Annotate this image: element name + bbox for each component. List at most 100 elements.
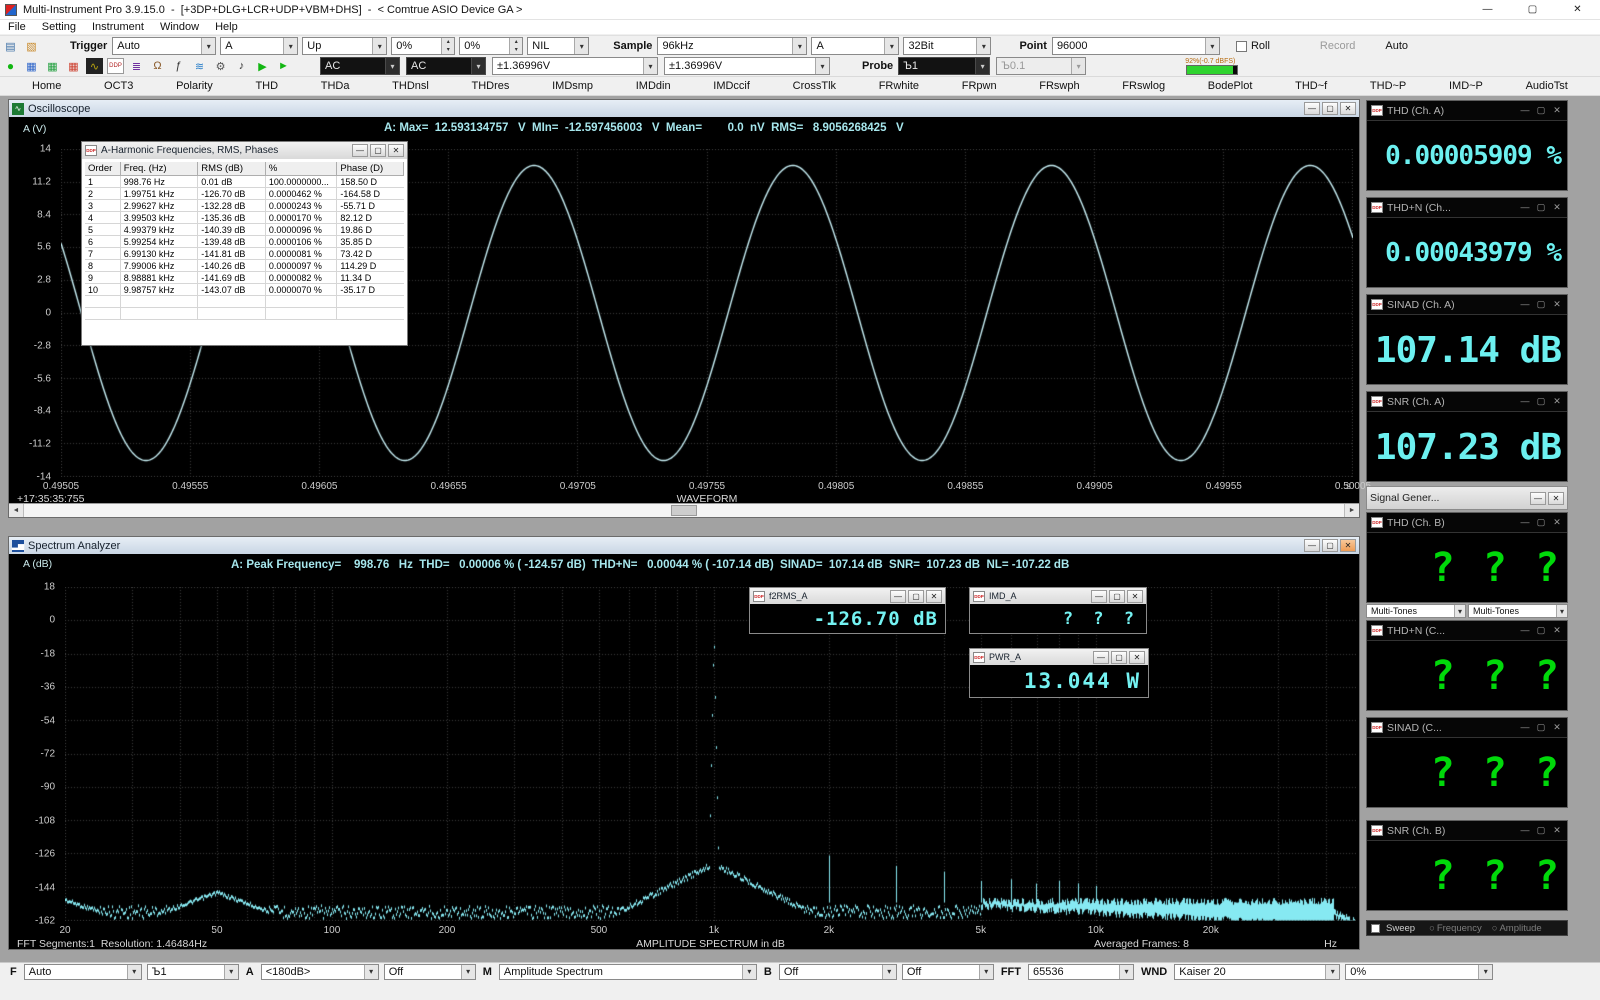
table-row[interactable]: 2 1.99751 kHz -126.70 dB 0.0000462 % -16… [85, 188, 404, 200]
maximize-button[interactable]: ▢ [908, 589, 924, 603]
close-button[interactable]: ✕ [926, 589, 942, 603]
maximize-button[interactable]: ▢ [1534, 825, 1548, 836]
panel-tab[interactable]: Home [32, 80, 61, 92]
play-icon[interactable]: ▶ [254, 58, 271, 74]
trigger-level-stepper[interactable]: 0% ▴ ▾ [391, 37, 456, 55]
table-row[interactable]: 3 2.99627 kHz -132.28 dB 0.0000243 % -55… [85, 200, 404, 212]
close-button[interactable]: ✕ [1129, 650, 1145, 664]
window-function-select[interactable]: Kaiser 20 ▾ [1174, 963, 1341, 980]
close-button[interactable]: ✕ [1548, 491, 1564, 505]
maximize-button[interactable]: ▢ [1534, 517, 1548, 528]
maximize-button[interactable]: ▢ [1109, 589, 1125, 603]
range-b-select[interactable]: ±1.36996V ▾ [664, 57, 830, 75]
frequency-mode-select[interactable]: Auto ▾ [23, 963, 142, 980]
device-test-plan-icon[interactable]: ≣ [128, 58, 145, 74]
scrollbar-thumb[interactable] [671, 505, 697, 516]
multitones-left-select[interactable]: Multi-Tones ▾ [1366, 604, 1466, 618]
minimize-button[interactable]: — [1518, 825, 1532, 836]
close-button[interactable]: ✕ [1550, 625, 1564, 636]
measurement-mode-select[interactable]: Amplitude Spectrum ▾ [498, 963, 757, 980]
probe-status-select[interactable]: Ъ1 ▾ [146, 963, 239, 980]
fft-size-select[interactable]: 65536 ▾ [1027, 963, 1134, 980]
close-button[interactable]: ✕ [1555, 0, 1600, 19]
spectrum-3d-plot-icon[interactable]: ▦ [44, 58, 61, 74]
panel-tab[interactable]: THDnsl [392, 80, 429, 92]
panel-tab[interactable]: IMDccif [713, 80, 750, 92]
table-row[interactable]: 6 5.99254 kHz -139.48 dB 0.0000106 % 35.… [85, 236, 404, 248]
coupling-a-select[interactable]: AC ▾ [320, 57, 400, 75]
close-button[interactable]: ✕ [1340, 102, 1356, 115]
a-range-select[interactable]: <180dB> ▾ [260, 963, 379, 980]
maximize-button[interactable]: ▢ [1534, 299, 1548, 310]
spin-up-icon[interactable]: ▴ [510, 38, 523, 46]
minimize-button[interactable]: — [1518, 299, 1532, 310]
panel-tab[interactable]: FRswlog [1122, 80, 1165, 92]
close-button[interactable]: ✕ [1550, 396, 1564, 407]
minimize-button[interactable]: — [1304, 539, 1320, 552]
trigger-edge-select[interactable]: Up ▾ [302, 37, 388, 55]
scroll-left-icon[interactable]: ◄ [9, 504, 24, 517]
minimize-button[interactable]: — [1304, 102, 1320, 115]
maximize-button[interactable]: ▢ [1510, 0, 1555, 19]
spin-down-icon[interactable]: ▾ [510, 46, 523, 54]
settings-icon[interactable]: ⚙ [212, 58, 229, 74]
trigger-hpf-select[interactable]: NIL ▾ [527, 37, 590, 55]
range-a-select[interactable]: ±1.36996V ▾ [492, 57, 658, 75]
spectrum-plot[interactable] [65, 587, 1356, 921]
spin-up-icon[interactable]: ▴ [442, 38, 455, 46]
minimize-button[interactable]: — [1530, 491, 1546, 505]
menu-item[interactable]: Window [152, 21, 207, 33]
record-button[interactable]: Record [1320, 40, 1355, 52]
trigger-delay-stepper[interactable]: 0% ▴ ▾ [459, 37, 524, 55]
signal-generator-bar[interactable]: Signal Gener... — ✕ [1366, 486, 1568, 510]
b-mode-select[interactable]: Off ▾ [901, 963, 994, 980]
new-file-icon[interactable]: ▤ [2, 38, 19, 54]
vibrometer-icon[interactable]: ≋ [191, 58, 208, 74]
scrollbar-track[interactable] [24, 504, 1344, 517]
maximize-button[interactable]: ▢ [1534, 396, 1548, 407]
roll-checkbox[interactable] [1235, 40, 1247, 52]
panel-tab[interactable]: THDres [472, 80, 510, 92]
minimize-button[interactable]: — [1518, 396, 1532, 407]
multitones-right-select[interactable]: Multi-Tones ▾ [1468, 604, 1568, 618]
panel-tab[interactable]: THDa [321, 80, 350, 92]
record-length-select[interactable]: 96000 ▾ [1051, 37, 1220, 55]
menu-item[interactable]: File [0, 21, 34, 33]
menu-item[interactable]: Help [207, 21, 246, 33]
minimize-button[interactable]: — [1091, 589, 1107, 603]
panel-tab[interactable]: BodePlot [1208, 80, 1253, 92]
coupling-b-select[interactable]: AC ▾ [406, 57, 486, 75]
ddp-viewer-icon[interactable]: DDP [107, 58, 124, 74]
sweep-checkbox[interactable] [1371, 923, 1380, 933]
maximize-button[interactable]: ▢ [370, 144, 386, 157]
minimize-button[interactable]: — [1518, 105, 1532, 116]
menu-item[interactable]: Instrument [84, 21, 152, 33]
maximize-button[interactable]: ▢ [1111, 650, 1127, 664]
panel-tab[interactable]: IMD~P [1449, 80, 1483, 92]
panel-tab[interactable]: AudioTst [1526, 80, 1568, 92]
minimize-button[interactable]: — [1518, 202, 1532, 213]
minimize-button[interactable]: — [1518, 517, 1532, 528]
table-row[interactable]: 1 998.76 Hz 0.01 dB 100.0000000... 158.5… [85, 176, 404, 188]
derived-data-icon[interactable]: ƒ [170, 58, 187, 74]
maximize-button[interactable]: ▢ [1534, 722, 1548, 733]
table-row[interactable]: 4 3.99503 kHz -135.36 dB 0.0000170 % 82.… [85, 212, 404, 224]
roll-option[interactable]: Roll [1235, 40, 1270, 52]
trigger-mode-select[interactable]: Auto ▾ [112, 37, 217, 55]
minimize-button[interactable]: — [890, 589, 906, 603]
minimize-button[interactable]: — [1093, 650, 1109, 664]
close-button[interactable]: ✕ [1550, 722, 1564, 733]
panel-tab[interactable]: FRswph [1039, 80, 1079, 92]
panel-tab[interactable]: FRwhite [879, 80, 919, 92]
table-row[interactable]: 9 8.98881 kHz -141.69 dB 0.0000082 % 11.… [85, 272, 404, 284]
sample-rate-select[interactable]: 96kHz ▾ [657, 37, 808, 55]
panel-tab[interactable]: THD [255, 80, 278, 92]
panel-tab[interactable]: OCT3 [104, 80, 133, 92]
panel-tab[interactable]: FRpwn [962, 80, 997, 92]
table-row[interactable]: 10 9.98757 kHz -143.07 dB 0.0000070 % -3… [85, 284, 404, 296]
panel-tab[interactable]: IMDdin [636, 80, 671, 92]
close-button[interactable]: ✕ [1550, 299, 1564, 310]
maximize-button[interactable]: ▢ [1534, 202, 1548, 213]
panel-tab[interactable]: Polarity [176, 80, 213, 92]
panel-tab[interactable]: THD~f [1295, 80, 1327, 92]
